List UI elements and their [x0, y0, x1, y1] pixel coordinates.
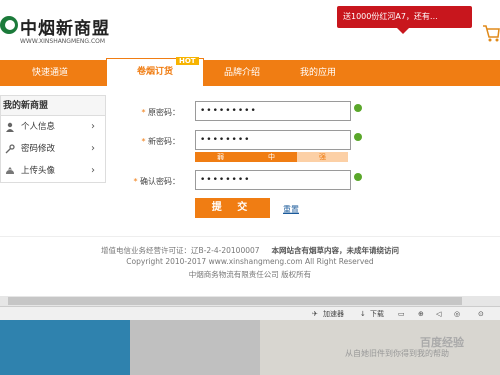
check-icon [354, 173, 362, 181]
sidebar-item-label: 上传头像 [21, 166, 56, 176]
nav-brand-intro[interactable]: 品牌介绍 [204, 60, 280, 86]
speed-label[interactable]: 加速器 [323, 307, 344, 321]
mute-icon[interactable]: ◁ [436, 307, 441, 321]
download-icon[interactable]: ↓ [360, 307, 366, 321]
check-icon [354, 104, 362, 112]
strength-strong: 强 [297, 152, 348, 162]
shortcut-icon[interactable]: ⊕ [418, 307, 424, 321]
zoom-icon[interactable]: ◎ [454, 307, 460, 321]
strength-medium: 中 [246, 152, 297, 162]
horizontal-scrollbar[interactable] [0, 296, 500, 306]
footer-copyright: Copyright 2010-2017 www.xinshangmeng.com… [126, 257, 374, 266]
scrollbar-thumb[interactable] [8, 297, 462, 305]
nav-my-apps[interactable]: 我的应用 [280, 60, 356, 86]
sidebar: 我的新商盟 个人信息 › 密码修改 › 上传头像 › [0, 95, 106, 183]
old-password-input[interactable]: ••••••••• [195, 101, 351, 121]
strength-weak: 弱 [195, 152, 246, 162]
sidebar-item-upload-avatar[interactable]: 上传头像 › [1, 160, 105, 182]
browser-status-bar: ✈ 加速器 ↓ 下载 ▭ ⊕ ◁ ◎ ⊙ [0, 306, 500, 320]
confirm-password-input[interactable]: •••••••• [195, 170, 351, 190]
chevron-right-icon: › [91, 165, 95, 176]
check-icon [354, 133, 362, 141]
sidebar-title: 我的新商盟 [1, 96, 105, 116]
sidebar-item-personal-info[interactable]: 个人信息 › [1, 116, 105, 138]
new-password-label: * 新密码： [141, 137, 180, 146]
main-nav: 快速通道 卷烟订货 品牌介绍 我的应用 [0, 58, 500, 86]
new-password-input[interactable]: •••••••• [195, 130, 351, 150]
password-strength-meter: 弱中强 [195, 152, 351, 162]
upload-icon [5, 166, 15, 176]
zoom-icon[interactable]: ⊙ [478, 307, 484, 321]
chevron-right-icon: › [91, 121, 95, 132]
shortcut-icon[interactable]: ▭ [398, 307, 405, 321]
sidebar-item-label: 个人信息 [21, 122, 56, 132]
footer-company: 中烟商务物流有限责任公司 版权所有 [188, 270, 312, 279]
download-label[interactable]: 下载 [370, 307, 384, 321]
nav-quick-channel[interactable]: 快速通道 [0, 60, 100, 86]
footer-notice: 本网站含有烟草内容，未成年请绕访问 [271, 246, 399, 255]
confirm-password-label: * 确认密码： [133, 177, 180, 186]
logo-icon [0, 16, 18, 34]
site-logo[interactable]: 中烟新商盟 WWW.XINSHANGMENG.COM [0, 6, 140, 46]
key-icon [5, 144, 15, 154]
footer-icp: 增值电信业务经营许可证：辽B-2-4-20100007 [101, 246, 260, 255]
hot-badge: HOT [176, 57, 199, 65]
promo-banner[interactable]: 送1000份红河A7，还有… [337, 6, 472, 34]
chevron-right-icon: › [91, 143, 95, 154]
footer-icp-line: 增值电信业务经营许可证：辽B-2-4-20100007 本网站含有烟草内容，未成… [0, 245, 500, 256]
logo-text: 中烟新商盟 [20, 19, 110, 39]
footer-divider [0, 236, 500, 237]
logo-url-text: WWW.XINSHANGMENG.COM [20, 38, 106, 45]
speed-icon[interactable]: ✈ [312, 307, 318, 321]
old-password-label: * 原密码： [141, 108, 180, 117]
cart-icon[interactable] [482, 20, 500, 44]
watermark-text: 从自她旧件到你得到我的帮助 [345, 349, 449, 358]
submit-button[interactable]: 提 交 [195, 198, 270, 218]
reset-link[interactable]: 重置 [283, 204, 299, 215]
user-icon [5, 122, 15, 132]
sidebar-item-password-change[interactable]: 密码修改 › [1, 138, 105, 160]
sidebar-item-label: 密码修改 [21, 144, 56, 154]
